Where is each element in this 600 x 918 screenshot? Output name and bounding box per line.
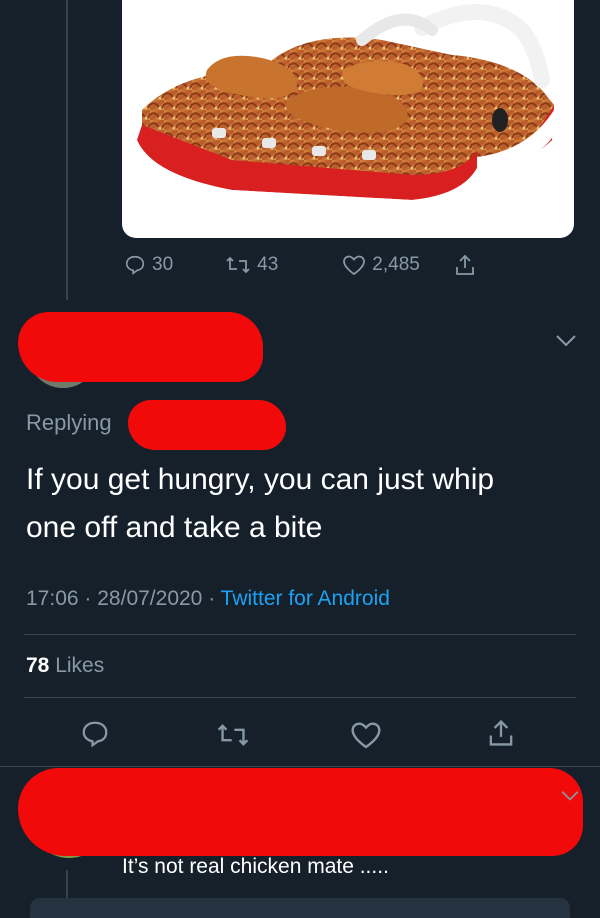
reply-compose-bar[interactable]	[30, 898, 570, 918]
redacted-reply-author	[18, 768, 583, 856]
retweet-icon	[226, 256, 250, 274]
chevron-down-icon[interactable]	[555, 334, 577, 348]
heart-icon	[343, 255, 366, 276]
chevron-down-icon[interactable]	[560, 790, 580, 802]
likes-count: 78	[26, 654, 50, 677]
divider	[0, 766, 600, 767]
tweet-text: If you get hungry, you can just whip one…	[26, 456, 494, 552]
like-count: 2,485	[372, 254, 420, 275]
reply-tweet-text: It’s not real chicken mate .....	[122, 855, 389, 878]
divider	[24, 697, 576, 698]
reply-count: 30	[152, 254, 174, 275]
divider	[24, 634, 576, 635]
meta-separator: ·	[208, 587, 216, 610]
heart-icon[interactable]	[350, 720, 382, 750]
tweet-time: 17:06	[26, 587, 79, 610]
likes-label: Likes	[55, 654, 105, 677]
tweet-text-line-1: If you get hungry, you can just whip	[26, 463, 495, 496]
retweet-count: 43	[257, 254, 279, 275]
thread-line	[66, 0, 68, 300]
like-stat[interactable]: 2,485	[342, 254, 420, 276]
share-button[interactable]	[454, 253, 476, 277]
replying-to-label: Replying	[26, 410, 112, 435]
tweet-date: 28/07/2020	[97, 587, 203, 610]
reply-stat[interactable]: 30	[124, 254, 173, 276]
tweet-text-line-2: one off and take a bite	[26, 511, 323, 544]
retweet-icon[interactable]	[216, 720, 250, 750]
redacted-display-name	[18, 312, 263, 382]
share-icon	[455, 254, 474, 275]
redacted-reply-handle	[128, 400, 286, 450]
retweet-stat[interactable]: 43	[225, 254, 278, 276]
share-icon[interactable]	[487, 717, 515, 749]
fried-chicken-crocs-image	[134, 4, 554, 212]
parent-tweet-actions: 30 43 2,485	[124, 253, 476, 277]
tweet-source-link[interactable]: Twitter for Android	[221, 587, 390, 610]
meta-separator: ·	[84, 587, 92, 610]
reply-icon	[125, 255, 145, 275]
likes-summary[interactable]: 78 Likes	[26, 654, 104, 678]
tweet-media-image[interactable]	[122, 0, 574, 238]
tweet-meta: 17:06 · 28/07/2020 · Twitter for Android	[26, 587, 390, 611]
reply-icon[interactable]	[80, 719, 110, 749]
